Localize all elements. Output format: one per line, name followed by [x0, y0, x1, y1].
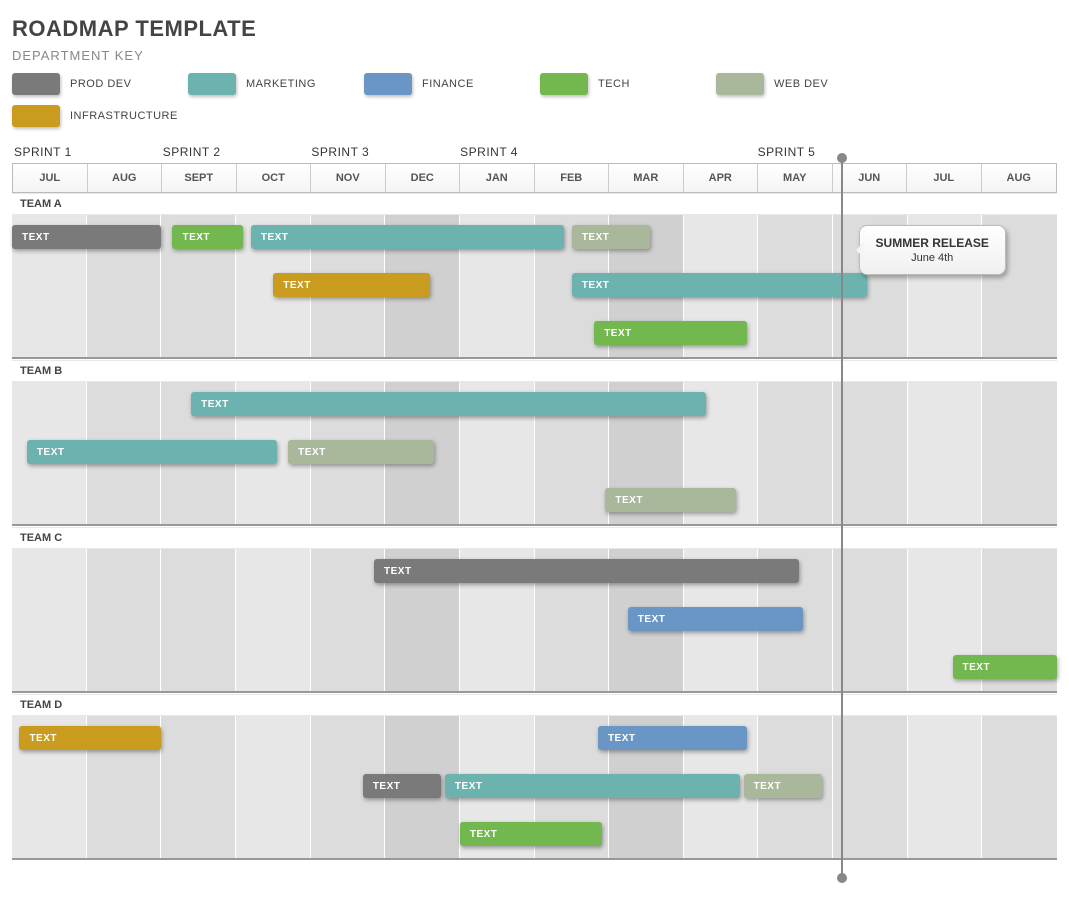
roadmap-bar[interactable]: TEXT	[460, 822, 602, 846]
bars-layer: TEXT TEXT TEXT	[12, 549, 1057, 691]
roadmap-bar[interactable]: TEXT	[191, 392, 706, 416]
sprint-label	[981, 145, 1055, 159]
roadmap-bar[interactable]: TEXT	[27, 440, 277, 464]
legend-title: DEPARTMENT KEY	[12, 48, 1057, 63]
sprint-label: SPRINT 4	[460, 145, 534, 159]
legend-item: MARKETING	[188, 73, 364, 95]
milestone-callout: SUMMER RELEASE June 4th	[859, 225, 1006, 275]
legend-swatch	[364, 73, 412, 95]
legend-swatch	[12, 73, 60, 95]
team-header: TEAM D	[12, 694, 1057, 716]
page-title: ROADMAP TEMPLATE	[12, 16, 1057, 42]
legend-swatch	[716, 73, 764, 95]
roadmap-bar[interactable]: TEXT	[273, 273, 430, 297]
sprint-label: SPRINT 1	[14, 145, 88, 159]
milestone-dot-bottom	[837, 873, 847, 883]
legend-swatch	[540, 73, 588, 95]
roadmap-bar[interactable]: TEXT	[598, 726, 747, 750]
roadmap-bar[interactable]: TEXT	[605, 488, 736, 512]
sprint-label	[683, 145, 757, 159]
sprint-label: SPRINT 5	[758, 145, 832, 159]
legend-item: INFRASTRUCTURE	[12, 105, 188, 127]
roadmap-root: ROADMAP TEMPLATE DEPARTMENT KEY PROD DEV…	[12, 16, 1057, 861]
month-header: AUG	[982, 164, 1057, 192]
team-block: TEAM C TEXT TEXT TEXT	[12, 527, 1057, 694]
callout-title: SUMMER RELEASE	[876, 236, 989, 250]
month-header: DEC	[386, 164, 461, 192]
legend-item: PROD DEV	[12, 73, 188, 95]
roadmap-bar[interactable]: TEXT	[572, 273, 867, 297]
roadmap-bar[interactable]: TEXT	[572, 225, 650, 249]
team-header: TEAM B	[12, 360, 1057, 382]
month-header: FEB	[535, 164, 610, 192]
team-header: TEAM A	[12, 193, 1057, 215]
roadmap-bar[interactable]: TEXT	[251, 225, 565, 249]
roadmap-bar[interactable]: TEXT	[363, 774, 441, 798]
legend-label: TECH	[598, 78, 630, 90]
bars-layer: TEXT TEXT TEXT TEXT	[12, 382, 1057, 524]
roadmap-bar[interactable]: TEXT	[19, 726, 161, 750]
team-block: TEAM A TEXT TEXT TEXT TEXT TEXT TEXT TEXT	[12, 193, 1057, 360]
milestone-line	[841, 157, 843, 879]
legend: PROD DEV MARKETING FINANCE TECH WEB DEV INFRA…	[12, 73, 1057, 127]
legend-item: WEB DEV	[716, 73, 892, 95]
team-block: TEAM DTEXTTEXTTEXTTEXTTEXTTEXT	[12, 694, 1057, 861]
callout-subtitle: June 4th	[876, 252, 989, 264]
month-header: JAN	[460, 164, 535, 192]
sprint-label	[906, 145, 980, 159]
sprint-label	[237, 145, 311, 159]
milestone-dot-top	[837, 153, 847, 163]
sprint-row: SPRINT 1 SPRINT 2 SPRINT 3 SPRINT 4 SPRINT 5	[12, 145, 1057, 159]
legend-label: WEB DEV	[774, 78, 828, 90]
legend-swatch	[12, 105, 60, 127]
month-header: JUL	[907, 164, 982, 192]
legend-item: TECH	[540, 73, 716, 95]
chart: SPRINT 1 SPRINT 2 SPRINT 3 SPRINT 4 SPRINT 5…	[12, 145, 1057, 861]
sprint-label	[88, 145, 162, 159]
legend-label: MARKETING	[246, 78, 316, 90]
sprint-label	[609, 145, 683, 159]
month-header: NOV	[311, 164, 386, 192]
team-lanes: TEXT TEXT TEXT	[12, 549, 1057, 693]
roadmap-bar[interactable]: TEXT	[374, 559, 799, 583]
month-header: SEPT	[162, 164, 237, 192]
sprint-label: SPRINT 3	[311, 145, 385, 159]
roadmap-bar[interactable]: TEXT	[445, 774, 740, 798]
legend-swatch	[188, 73, 236, 95]
month-header: AUG	[88, 164, 163, 192]
month-header: MAY	[758, 164, 833, 192]
month-header: OCT	[237, 164, 312, 192]
legend-label: PROD DEV	[70, 78, 131, 90]
sprint-label: SPRINT 2	[163, 145, 237, 159]
roadmap-bar[interactable]: TEXT	[744, 774, 822, 798]
bars-layer: TEXTTEXTTEXTTEXTTEXTTEXT	[12, 716, 1057, 858]
team-header: TEAM C	[12, 527, 1057, 549]
month-header: APR	[684, 164, 759, 192]
roadmap-bar[interactable]: TEXT	[628, 607, 803, 631]
roadmap-bar[interactable]: TEXT	[594, 321, 747, 345]
sprint-label	[534, 145, 608, 159]
team-block: TEAM B TEXT TEXT TEXT TEXT	[12, 360, 1057, 527]
team-lanes: TEXTTEXTTEXTTEXTTEXTTEXT	[12, 716, 1057, 860]
team-lanes: TEXT TEXT TEXT TEXT	[12, 382, 1057, 526]
legend-item: FINANCE	[364, 73, 540, 95]
month-header: JUN	[833, 164, 908, 192]
legend-label: INFRASTRUCTURE	[70, 110, 178, 122]
teams-container: TEAM ATEXTTEXTTEXTTEXTTEXTTEXTTEXTTEAM B…	[12, 193, 1057, 861]
roadmap-bar[interactable]: TEXT	[172, 225, 243, 249]
roadmap-bar[interactable]: TEXT	[12, 225, 161, 249]
roadmap-bar[interactable]: TEXT	[953, 655, 1058, 679]
month-header: MAR	[609, 164, 684, 192]
sprint-label	[386, 145, 460, 159]
roadmap-bar[interactable]: TEXT	[288, 440, 434, 464]
legend-label: FINANCE	[422, 78, 474, 90]
month-row: JULAUGSEPTOCTNOVDECJANFEBMARAPRMAYJUNJUL…	[12, 163, 1057, 193]
month-header: JUL	[13, 164, 88, 192]
